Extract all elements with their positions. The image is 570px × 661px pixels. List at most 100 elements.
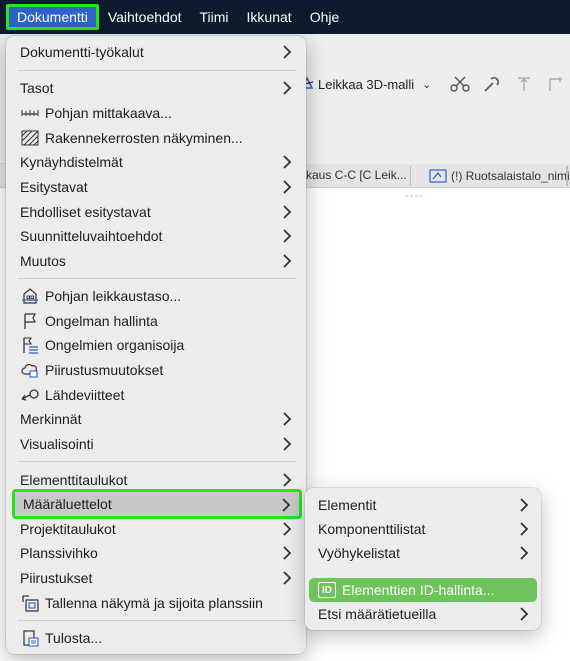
tab-separator xyxy=(566,166,568,186)
submenu-item-label: Elementtien ID-hallinta... xyxy=(342,582,495,598)
flag-list-icon xyxy=(20,336,40,354)
menu-item-label: Visualisointi xyxy=(20,436,94,452)
menu-item-tasot[interactable]: Tasot xyxy=(12,76,300,100)
chevron-right-icon xyxy=(283,81,292,95)
menu-item-esitystavat[interactable]: Esitystavat xyxy=(12,175,300,199)
submenu-item-vyohykelistat[interactable]: Vyöhykelistat xyxy=(309,541,537,565)
submenu-item-elementit[interactable]: Elementit xyxy=(309,493,537,517)
menu-item-tulosta[interactable]: Tulosta... xyxy=(12,626,300,650)
menu-item-muutos[interactable]: Muutos xyxy=(12,249,300,273)
menu-divider xyxy=(18,70,296,71)
menu-item-dokumentti-tyokalut[interactable]: Dokumentti-työkalut xyxy=(12,40,300,64)
elevate-icon[interactable] xyxy=(513,73,535,95)
menu-item-ongelman-hallinta[interactable]: Ongelman hallinta xyxy=(12,309,300,333)
chevron-right-icon xyxy=(520,498,529,512)
submenu-item-komponenttilistat[interactable]: Komponenttilistat xyxy=(309,517,537,541)
menu-divider xyxy=(18,620,296,621)
scissors-icon[interactable] xyxy=(449,73,471,95)
menu-item-piirustusmuutokset[interactable]: Piirustusmuutokset xyxy=(12,358,300,382)
menu-item-ongelmien-organisoija[interactable]: Ongelmien organisoija xyxy=(12,333,300,357)
menu-item-planssivihko[interactable]: Planssivihko xyxy=(12,541,300,565)
menu-item-label: Tallenna näkymä ja sijoita planssiin xyxy=(45,595,263,611)
menu-item-label: Projektitaulukot xyxy=(20,521,116,537)
menu-item-label: Planssivihko xyxy=(20,545,98,561)
submenu-item-etsi-maaratietueilla[interactable]: Etsi määrätietueilla xyxy=(309,602,537,626)
menu-item-ehdolliset-esitystavat[interactable]: Ehdolliset esitystavat xyxy=(12,200,300,224)
submenu-item-elementtien-id-hallinta[interactable]: ID Elementtien ID-hallinta... xyxy=(309,578,537,602)
chevron-right-icon xyxy=(283,45,292,59)
chevron-right-icon xyxy=(283,205,292,219)
menu-item-label: Merkinnät xyxy=(20,411,82,427)
menu-item-rakennekerrosten-nakyminen[interactable]: Rakennekerrosten näkyminen... xyxy=(12,126,300,150)
chevron-right-icon xyxy=(520,546,529,560)
chevron-right-icon xyxy=(283,571,292,585)
menu-item-label: Pohjan mittakaava... xyxy=(45,105,172,121)
chevron-right-icon xyxy=(283,522,292,536)
menu-item-label: Ehdolliset esitystavat xyxy=(20,204,151,220)
menu-item-suunnitteluvaihtoehdot[interactable]: Suunnitteluvaihtoehdot xyxy=(12,224,300,248)
menu-item-label: Rakennekerrosten näkyminen... xyxy=(45,130,243,146)
corner-icon[interactable] xyxy=(545,73,567,95)
chevron-right-icon xyxy=(283,229,292,243)
hatch-icon xyxy=(20,129,40,147)
menu-item-label: Tulosta... xyxy=(45,630,103,646)
menu-item-label: Piirustusmuutokset xyxy=(45,362,164,378)
save-place-icon xyxy=(20,594,40,612)
submenu-item-label: Elementit xyxy=(318,497,377,513)
menu-item-lahdeviitteet[interactable]: Lähdeviitteet xyxy=(12,383,300,407)
chevron-right-icon xyxy=(283,546,292,560)
cut-3d-label: Leikkaa 3D-malli xyxy=(318,76,415,92)
chevron-right-icon xyxy=(520,522,529,536)
chevron-right-icon xyxy=(283,473,292,487)
menu-item-label: Kynäyhdistelmät xyxy=(20,154,123,170)
menu-item-kynayhdistelmat[interactable]: Kynäyhdistelmät xyxy=(12,150,300,174)
background-tool-row: Leikkaa 3D-malli ⌄ xyxy=(300,68,570,100)
menubar-item-tiimi[interactable]: Tiimi xyxy=(191,4,238,30)
menu-item-tallenna-nakyma[interactable]: Tallenna näkymä ja sijoita planssiin xyxy=(12,591,300,615)
layout-icon xyxy=(429,169,447,183)
reference-icon xyxy=(20,386,40,404)
menu-item-label: Dokumentti-työkalut xyxy=(20,44,144,60)
revision-cloud-icon xyxy=(20,361,40,379)
menu-item-merkinnat[interactable]: Merkinnät xyxy=(12,407,300,431)
submenu-item-label: Komponenttilistat xyxy=(318,521,426,537)
menu-item-label: Pohjan leikkaustaso... xyxy=(45,288,182,304)
menubar-item-ikkunat[interactable]: Ikkunat xyxy=(238,4,301,30)
menu-item-label: Suunnitteluvaihtoehdot xyxy=(20,228,163,244)
chevron-right-icon xyxy=(283,254,292,268)
print-icon xyxy=(20,629,40,647)
background-tab-section[interactable]: kaus C-C [C Leik... xyxy=(306,168,407,182)
chevron-down-icon: ⌄ xyxy=(422,78,432,91)
building-cut-icon xyxy=(20,287,40,305)
scale-icon xyxy=(20,104,40,122)
menu-item-projektitaulukot[interactable]: Projektitaulukot xyxy=(12,517,300,541)
menu-item-label: Lähdeviitteet xyxy=(45,387,125,403)
menu-item-maaraluettelot[interactable]: Määräluettelot xyxy=(12,489,302,519)
menu-divider xyxy=(18,278,296,279)
menu-item-label: Ongelmien organisoija xyxy=(45,337,185,353)
menu-item-label: Piirustukset xyxy=(20,570,93,586)
chevron-right-icon xyxy=(282,498,291,512)
cut-3d-model-dropdown[interactable]: Leikkaa 3D-malli ⌄ xyxy=(300,76,431,92)
menu-item-pohjan-mittakaava[interactable]: Pohjan mittakaava... xyxy=(12,101,300,125)
menu-item-label: Määräluettelot xyxy=(23,496,112,512)
flag-icon xyxy=(20,312,40,330)
menubar-item-dokumentti[interactable]: Dokumentti xyxy=(6,4,99,30)
menu-bar: Dokumentti Vaihtoehdot Tiimi Ikkunat Ohj… xyxy=(0,0,570,34)
id-icon: ID xyxy=(318,582,336,598)
tool-wrench-icon[interactable] xyxy=(481,73,503,95)
menu-item-label: Ongelman hallinta xyxy=(45,313,158,329)
menu-item-piirustukset[interactable]: Piirustukset xyxy=(12,566,300,590)
menu-item-pohjan-leikkaustaso[interactable]: Pohjan leikkaustaso... xyxy=(12,284,300,308)
chevron-right-icon xyxy=(283,180,292,194)
background-tab-layout[interactable]: (!) Ruotsalaistalo_nimiö xyxy=(410,166,570,186)
menu-item-label: Tasot xyxy=(20,80,54,96)
chevron-right-icon xyxy=(283,155,292,169)
submenu-item-label: Etsi määrätietueilla xyxy=(318,606,437,622)
menubar-item-ohje[interactable]: Ohje xyxy=(301,4,349,30)
menubar-item-vaihtoehdot[interactable]: Vaihtoehdot xyxy=(99,4,191,30)
menu-item-label: Elementtitaulukot xyxy=(20,472,128,488)
menu-divider xyxy=(18,461,296,462)
menu-item-visualisointi[interactable]: Visualisointi xyxy=(12,432,300,456)
submenu-item-label: Vyöhykelistat xyxy=(318,545,400,561)
